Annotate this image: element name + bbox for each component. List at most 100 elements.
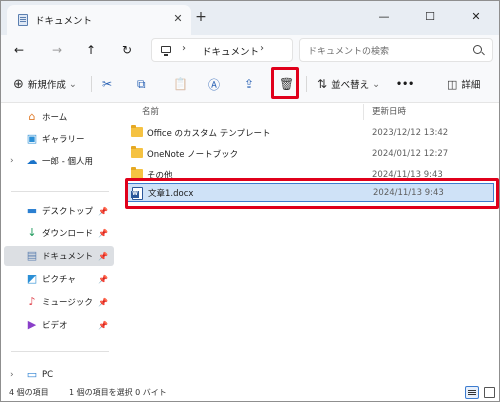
chevron-down-icon: ⌄ xyxy=(68,78,77,90)
up-arrow-icon[interactable]: ↑ xyxy=(83,42,99,58)
gallery-icon: ▣ xyxy=(26,132,38,145)
desktop-icon: ▬ xyxy=(26,204,38,217)
sort-icon: ⇅ xyxy=(317,77,328,91)
file-name: OneNote ノートブック xyxy=(147,149,239,160)
minimize-button[interactable]: — xyxy=(361,1,407,31)
sort-label: 並べ替え xyxy=(331,80,370,91)
share-button[interactable]: ⇪ xyxy=(244,73,254,95)
cut-button[interactable]: ✂ xyxy=(102,73,112,95)
search-placeholder: ドキュメントの検索 xyxy=(308,47,390,57)
maximize-button[interactable]: ☐ xyxy=(407,1,453,31)
breadcrumb-chevron-icon[interactable]: › xyxy=(260,43,264,54)
address-row: ← → ↑ ↻ › ドキュメント › ドキュメントの検索 xyxy=(1,35,499,65)
rename-icon: Ⓐ xyxy=(208,77,221,92)
sidebar-divider xyxy=(11,191,109,192)
videos-icon: ▶ xyxy=(27,318,37,331)
details-view-icon[interactable] xyxy=(465,386,479,399)
sidebar-item-label: ミュージック xyxy=(42,298,93,308)
address-bar[interactable]: › ドキュメント › xyxy=(151,38,293,62)
copy-button[interactable]: ⧉ xyxy=(137,73,146,95)
expand-chevron-icon[interactable]: › xyxy=(10,156,14,166)
breadcrumb-chevron-icon[interactable]: › xyxy=(182,43,186,54)
sidebar-item-home[interactable]: ⌂ ホーム xyxy=(4,107,114,127)
refresh-icon[interactable]: ↻ xyxy=(119,42,135,58)
sidebar-divider xyxy=(11,351,109,352)
sidebar-item-label: ダウンロード xyxy=(42,229,94,239)
sidebar-item-gallery[interactable]: ▣ ギャラリー xyxy=(4,129,114,149)
home-icon: ⌂ xyxy=(28,110,36,123)
sidebar-item-label: ドキュメント xyxy=(42,252,94,262)
pin-icon[interactable]: 📌 xyxy=(98,207,108,216)
file-modified: 2024/01/12 12:27 xyxy=(372,148,449,159)
more-options-button[interactable]: ••• xyxy=(396,73,414,95)
file-list: 名前 更新日時 Office のカスタム テンプレート 2023/12/12 1… xyxy=(118,103,499,385)
selection-info: 1 個の項目を選択 0 バイト xyxy=(69,388,167,397)
file-name: Office のカスタム テンプレート xyxy=(147,128,271,139)
column-divider[interactable] xyxy=(363,104,364,120)
item-count: 4 個の項目 xyxy=(9,388,49,397)
new-tab-button[interactable]: + xyxy=(193,9,209,25)
sidebar-item-label: ホーム xyxy=(42,113,68,123)
tab-documents[interactable]: ドキュメント ✕ xyxy=(7,5,191,35)
expand-chevron-icon[interactable]: › xyxy=(10,370,14,380)
tiles-view-icon[interactable] xyxy=(484,387,495,398)
documents-icon xyxy=(18,14,28,26)
sidebar-item-label: 一郎 - 個人用 xyxy=(42,157,93,167)
new-label: 新規作成 xyxy=(27,80,66,91)
sidebar-item-documents[interactable]: ▤ ドキュメント 📌 xyxy=(4,246,114,266)
breadcrumb-documents[interactable]: ドキュメント xyxy=(202,44,259,58)
file-modified: 2023/12/12 13:42 xyxy=(372,127,449,138)
search-icon xyxy=(473,45,482,54)
pin-icon[interactable]: 📌 xyxy=(98,275,108,284)
column-header-modified[interactable]: 更新日時 xyxy=(372,105,406,119)
sidebar-item-label: ビデオ xyxy=(42,321,68,331)
rename-button[interactable]: Ⓐ xyxy=(208,73,220,95)
forward-arrow-icon[interactable]: → xyxy=(49,42,65,58)
paste-button[interactable]: 📋 xyxy=(173,73,188,95)
music-icon: ♪ xyxy=(28,295,36,308)
pin-icon[interactable]: 📌 xyxy=(98,229,108,238)
sidebar-item-videos[interactable]: ▶ ビデオ 📌 xyxy=(4,315,114,335)
close-button[interactable]: ✕ xyxy=(453,1,499,31)
sidebar-item-label: ピクチャ xyxy=(42,275,76,285)
new-button[interactable]: ⊕ 新規作成 ⌄ xyxy=(13,73,77,95)
pin-icon[interactable]: 📌 xyxy=(98,321,108,330)
sidebar-item-downloads[interactable]: ↓ ダウンロード 📌 xyxy=(4,223,114,243)
pc-icon: ▭ xyxy=(26,368,38,381)
sidebar-item-pictures[interactable]: ◩ ピクチャ 📌 xyxy=(4,269,114,289)
pin-icon[interactable]: 📌 xyxy=(98,298,108,307)
sidebar-item-desktop[interactable]: ▬ デスクトップ 📌 xyxy=(4,201,114,221)
selected-file-highlight-frame xyxy=(125,178,499,209)
copy-icon: ⧉ xyxy=(137,76,146,91)
details-pane-icon: ◫ xyxy=(447,77,458,91)
list-item[interactable]: OneNote ノートブック 2024/01/12 12:27 xyxy=(126,144,494,163)
pictures-icon: ◩ xyxy=(26,272,38,285)
command-bar: ⊕ 新規作成 ⌄ ✂ ⧉ 📋 Ⓐ ⇪ 🗑 ⇅ 並べ替え ⌄ ••• ◫ 詳細 xyxy=(1,65,499,103)
tab-close-icon[interactable]: ✕ xyxy=(171,12,185,25)
sort-button[interactable]: ⇅ 並べ替え ⌄ xyxy=(317,73,380,95)
navigation-pane: ⌂ ホーム ▣ ギャラリー › ☁ 一郎 - 個人用 ▬ デスクトップ 📌 ↓ … xyxy=(1,103,118,385)
sidebar-item-pc[interactable]: › ▭ PC xyxy=(4,365,114,385)
back-arrow-icon[interactable]: ← xyxy=(11,42,27,58)
column-header-name[interactable]: 名前 xyxy=(142,105,159,119)
details-label: 詳細 xyxy=(461,80,481,91)
folder-icon xyxy=(131,146,143,158)
scissors-icon: ✂ xyxy=(102,77,113,91)
search-input[interactable]: ドキュメントの検索 xyxy=(299,38,493,62)
pin-icon[interactable]: 📌 xyxy=(98,252,108,261)
download-icon: ↓ xyxy=(27,226,37,239)
status-bar: 4 個の項目 1 個の項目を選択 0 バイト xyxy=(1,385,499,401)
sidebar-item-onedrive[interactable]: › ☁ 一郎 - 個人用 xyxy=(4,151,114,171)
sidebar-item-label: ギャラリー xyxy=(42,135,85,145)
paste-icon: 📋 xyxy=(173,77,188,91)
window-controls: — ☐ ✕ xyxy=(361,1,499,31)
tab-title: ドキュメント xyxy=(35,16,93,27)
folder-icon xyxy=(131,125,143,137)
details-pane-button[interactable]: ◫ 詳細 xyxy=(447,73,480,95)
cloud-icon: ☁ xyxy=(26,154,38,167)
file-explorer-window: ドキュメント ✕ + — ☐ ✕ ← → ↑ ↻ › ドキュメント › ドキュメ… xyxy=(0,0,500,402)
list-item[interactable]: Office のカスタム テンプレート 2023/12/12 13:42 xyxy=(126,123,494,142)
sidebar-item-music[interactable]: ♪ ミュージック 📌 xyxy=(4,292,114,312)
plus-circle-icon: ⊕ xyxy=(13,76,24,92)
title-bar: ドキュメント ✕ + — ☐ ✕ xyxy=(1,1,499,35)
